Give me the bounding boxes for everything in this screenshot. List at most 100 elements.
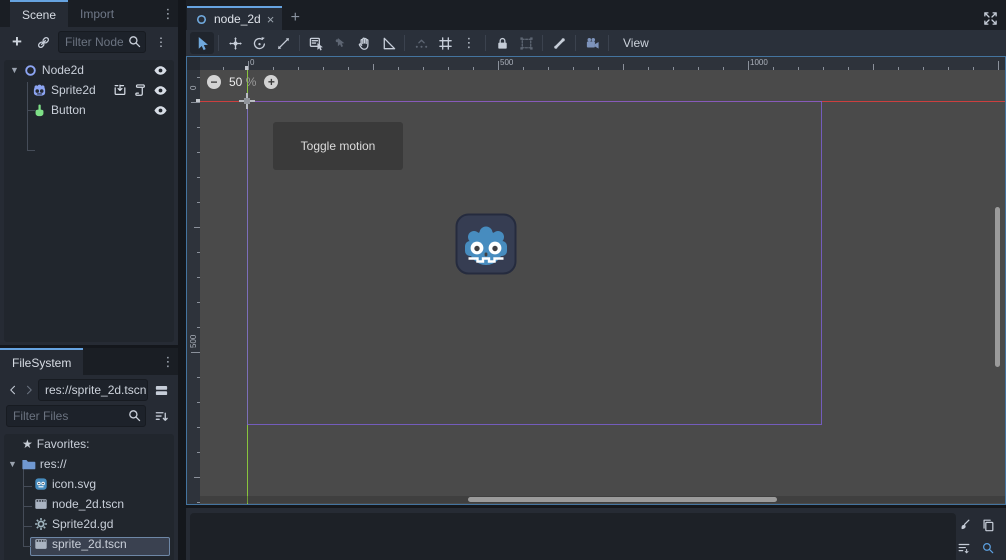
pivot-tool-button[interactable]	[328, 32, 352, 54]
scene-dock-toolbar: + ⋮	[0, 27, 178, 57]
tab-import-label: Import	[80, 7, 114, 21]
folder-icon	[21, 457, 36, 472]
node-label: Sprite2d	[51, 83, 96, 97]
toggle-split-mode-button[interactable]	[150, 379, 172, 401]
script-badge-icon[interactable]	[133, 83, 147, 97]
ruler-corner	[187, 57, 200, 70]
instance-scene-button[interactable]	[32, 31, 54, 53]
search-icon	[127, 34, 142, 49]
canvas-2d-view[interactable]: − 50 % + Toggle motion	[200, 70, 1005, 504]
nav-back-button[interactable]	[6, 379, 20, 401]
button-node-icon	[32, 103, 47, 118]
connection-badge-icon[interactable]	[113, 83, 127, 97]
collapse-arrow-icon[interactable]: ▼	[8, 459, 17, 469]
h-scrollbar-thumb[interactable]	[468, 497, 777, 502]
sprite2d-icon	[32, 83, 47, 98]
smart-snap-toggle[interactable]	[409, 32, 433, 54]
file-row-sprite2d-gd[interactable]: Sprite2d.gd	[4, 514, 174, 534]
zoom-controls: − 50 % +	[207, 75, 278, 89]
tab-scene-label: Scene	[22, 8, 56, 22]
scene-tab-strip: node_2d × +	[186, 0, 1006, 30]
tree-row-node2d[interactable]: ▼ Node2d	[4, 60, 174, 80]
tab-filesystem[interactable]: FileSystem	[0, 348, 83, 375]
tree-row-button[interactable]: Button	[4, 100, 174, 120]
select-tool-button[interactable]	[190, 32, 214, 54]
list-select-tool-button[interactable]	[304, 32, 328, 54]
zoom-unit: %	[246, 75, 257, 89]
v-scrollbar-thumb[interactable]	[995, 207, 1000, 367]
output-console[interactable]	[190, 513, 956, 560]
distraction-free-icon[interactable]	[983, 11, 998, 26]
camera-override-button[interactable]	[580, 32, 604, 54]
zoom-level[interactable]: 50 %	[229, 75, 256, 89]
node2d-icon	[23, 63, 38, 78]
visibility-eye-icon[interactable]	[153, 103, 168, 118]
file-row-node2d-tscn[interactable]: node_2d.tscn	[4, 494, 174, 514]
current-path[interactable]: res://sprite_2d.tscn	[38, 379, 148, 401]
search-output-icon[interactable]	[976, 538, 1000, 558]
visibility-eye-icon[interactable]	[153, 63, 168, 78]
scene-dock-menu-icon[interactable]: ⋮	[158, 0, 178, 27]
filesystem-dock: FileSystem ⋮ res://sprite_2d.tscn	[0, 348, 178, 560]
filter-files-input[interactable]	[6, 405, 146, 427]
folder-label: res://	[40, 457, 67, 471]
godot-image-file-icon	[34, 477, 48, 491]
scene-button-toggle-motion[interactable]: Toggle motion	[273, 122, 403, 170]
filesystem-dock-menu-icon[interactable]: ⋮	[158, 348, 178, 375]
filter-messages-icon[interactable]	[952, 538, 976, 558]
move-tool-button[interactable]	[223, 32, 247, 54]
file-row-icon-svg[interactable]: icon.svg	[4, 474, 174, 494]
godot-sprite[interactable]	[454, 212, 518, 276]
v-ruler-label: 500	[189, 335, 198, 348]
collapse-arrow-icon[interactable]: ▼	[10, 65, 19, 75]
view-menu[interactable]: View	[613, 36, 659, 50]
scene-tab-label: node_2d	[214, 12, 261, 26]
new-scene-tab-button[interactable]: +	[282, 6, 308, 30]
copy-output-icon[interactable]	[976, 515, 1000, 535]
group-button[interactable]	[514, 32, 538, 54]
scene-button-label: Toggle motion	[301, 139, 376, 153]
favorites-row[interactable]: ★ Favorites:	[4, 434, 174, 454]
h-scrollbar[interactable]	[200, 496, 1005, 503]
lock-button[interactable]	[490, 32, 514, 54]
star-icon: ★	[22, 437, 33, 451]
pan-tool-button[interactable]	[352, 32, 376, 54]
v-scrollbar[interactable]	[994, 70, 1001, 490]
tree-row-sprite2d[interactable]: Sprite2d	[4, 80, 174, 100]
h-ruler: 0 500 1000	[200, 57, 1005, 70]
h-ruler-label: 0	[250, 58, 254, 67]
file-row-sprite2d-tscn[interactable]: sprite_2d.tscn	[4, 534, 174, 554]
h-ruler-label: 1000	[750, 58, 768, 67]
scene-icon	[195, 13, 208, 26]
zoom-value: 50	[229, 75, 242, 89]
res-root-row[interactable]: ▼ res://	[4, 454, 174, 474]
v-ruler-label: 0	[189, 86, 198, 90]
zoom-in-button[interactable]: +	[264, 75, 278, 89]
rotate-tool-button[interactable]	[247, 32, 271, 54]
scene-tab-node2d[interactable]: node_2d ×	[187, 6, 282, 30]
snap-options-menu-icon[interactable]: ⋮	[457, 32, 481, 54]
zoom-out-button[interactable]: −	[207, 75, 221, 89]
scene-dock-tabs: Scene Import ⋮	[0, 0, 178, 27]
grid-snap-toggle[interactable]	[433, 32, 457, 54]
filesystem-dock-tabs: FileSystem ⋮	[0, 348, 178, 375]
favorites-label: Favorites:	[37, 437, 90, 451]
file-label: node_2d.tscn	[52, 497, 124, 511]
ruler-tool-button[interactable]	[376, 32, 400, 54]
visibility-eye-icon[interactable]	[153, 83, 168, 98]
canvas-viewport-panel: 0 500 1000 0 500	[186, 56, 1006, 505]
add-node-button[interactable]: +	[6, 31, 28, 53]
skeleton-menu-button[interactable]	[547, 32, 571, 54]
tab-import[interactable]: Import	[68, 0, 126, 27]
nav-forward-button[interactable]	[22, 379, 36, 401]
scene-file-icon	[34, 537, 48, 551]
close-tab-icon[interactable]: ×	[267, 12, 275, 27]
scene-tree-menu-icon[interactable]: ⋮	[150, 31, 172, 53]
file-label: icon.svg	[52, 477, 96, 491]
scale-tool-button[interactable]	[271, 32, 295, 54]
main-editor-area: node_2d × + ⋮	[186, 0, 1006, 560]
file-sort-button[interactable]	[150, 405, 172, 427]
clear-output-icon[interactable]	[952, 515, 976, 535]
tab-scene[interactable]: Scene	[10, 0, 68, 27]
v-ruler: 0 500	[187, 70, 200, 504]
